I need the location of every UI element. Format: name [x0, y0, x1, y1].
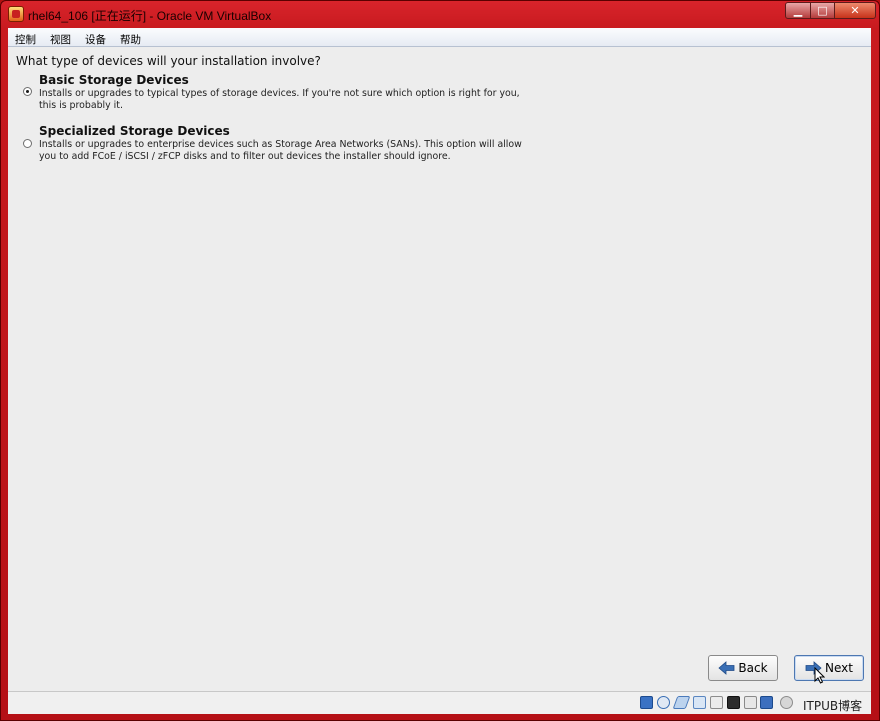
- maximize-button[interactable]: □: [810, 2, 835, 19]
- window-title: rhel64_106 [正在运行] - Oracle VM VirtualBox: [28, 9, 272, 23]
- keyboard-capture-icon[interactable]: [780, 696, 793, 709]
- option-desc-specialized-storage-line2: you to add FCoE / iSCSI / zFCP disks and…: [39, 151, 451, 162]
- hard-disk-icon[interactable]: [640, 696, 653, 709]
- installer-question: What type of devices will your installat…: [16, 54, 321, 68]
- shared-folders-icon[interactable]: [693, 696, 706, 709]
- back-button[interactable]: Back: [708, 655, 778, 681]
- mouse-pointer-icon: [814, 666, 826, 688]
- optical-drive-icon[interactable]: [657, 696, 670, 709]
- arrow-left-icon: [718, 661, 735, 675]
- status-bar: [8, 691, 871, 714]
- radio-basic-storage[interactable]: [23, 87, 32, 96]
- option-desc-basic-storage-line2: this is probably it.: [39, 100, 123, 111]
- menu-control[interactable]: 控制: [8, 31, 43, 47]
- option-title-basic-storage[interactable]: Basic Storage Devices: [39, 73, 189, 87]
- mouse-integration-icon[interactable]: [760, 696, 773, 709]
- guest-screen[interactable]: What type of devices will your installat…: [8, 47, 871, 691]
- title-bar[interactable]: rhel64_106 [正在运行] - Oracle VM VirtualBox…: [0, 0, 880, 28]
- network-icon[interactable]: [727, 696, 740, 709]
- radio-specialized-storage[interactable]: [23, 139, 32, 148]
- next-button-label: Next: [825, 661, 853, 675]
- usb-icon[interactable]: [672, 696, 691, 709]
- menu-devices[interactable]: 设备: [78, 31, 113, 47]
- display-icon[interactable]: [710, 696, 723, 709]
- menu-help[interactable]: 帮助: [113, 31, 148, 47]
- minimize-button[interactable]: ▁: [785, 2, 811, 19]
- close-button[interactable]: ✕: [834, 2, 876, 19]
- video-capture-icon[interactable]: [744, 696, 757, 709]
- menu-bar: 控制 视图 设备 帮助: [8, 28, 871, 47]
- virtualbox-app-icon[interactable]: [8, 6, 24, 22]
- option-title-specialized-storage[interactable]: Specialized Storage Devices: [39, 124, 230, 138]
- next-button[interactable]: Next: [794, 655, 864, 681]
- option-desc-specialized-storage-line1: Installs or upgrades to enterprise devic…: [39, 139, 522, 150]
- back-button-label: Back: [738, 661, 768, 675]
- menu-view[interactable]: 视图: [43, 31, 78, 47]
- watermark-text: ITPUB博客: [803, 699, 863, 713]
- option-desc-basic-storage-line1: Installs or upgrades to typical types of…: [39, 88, 520, 99]
